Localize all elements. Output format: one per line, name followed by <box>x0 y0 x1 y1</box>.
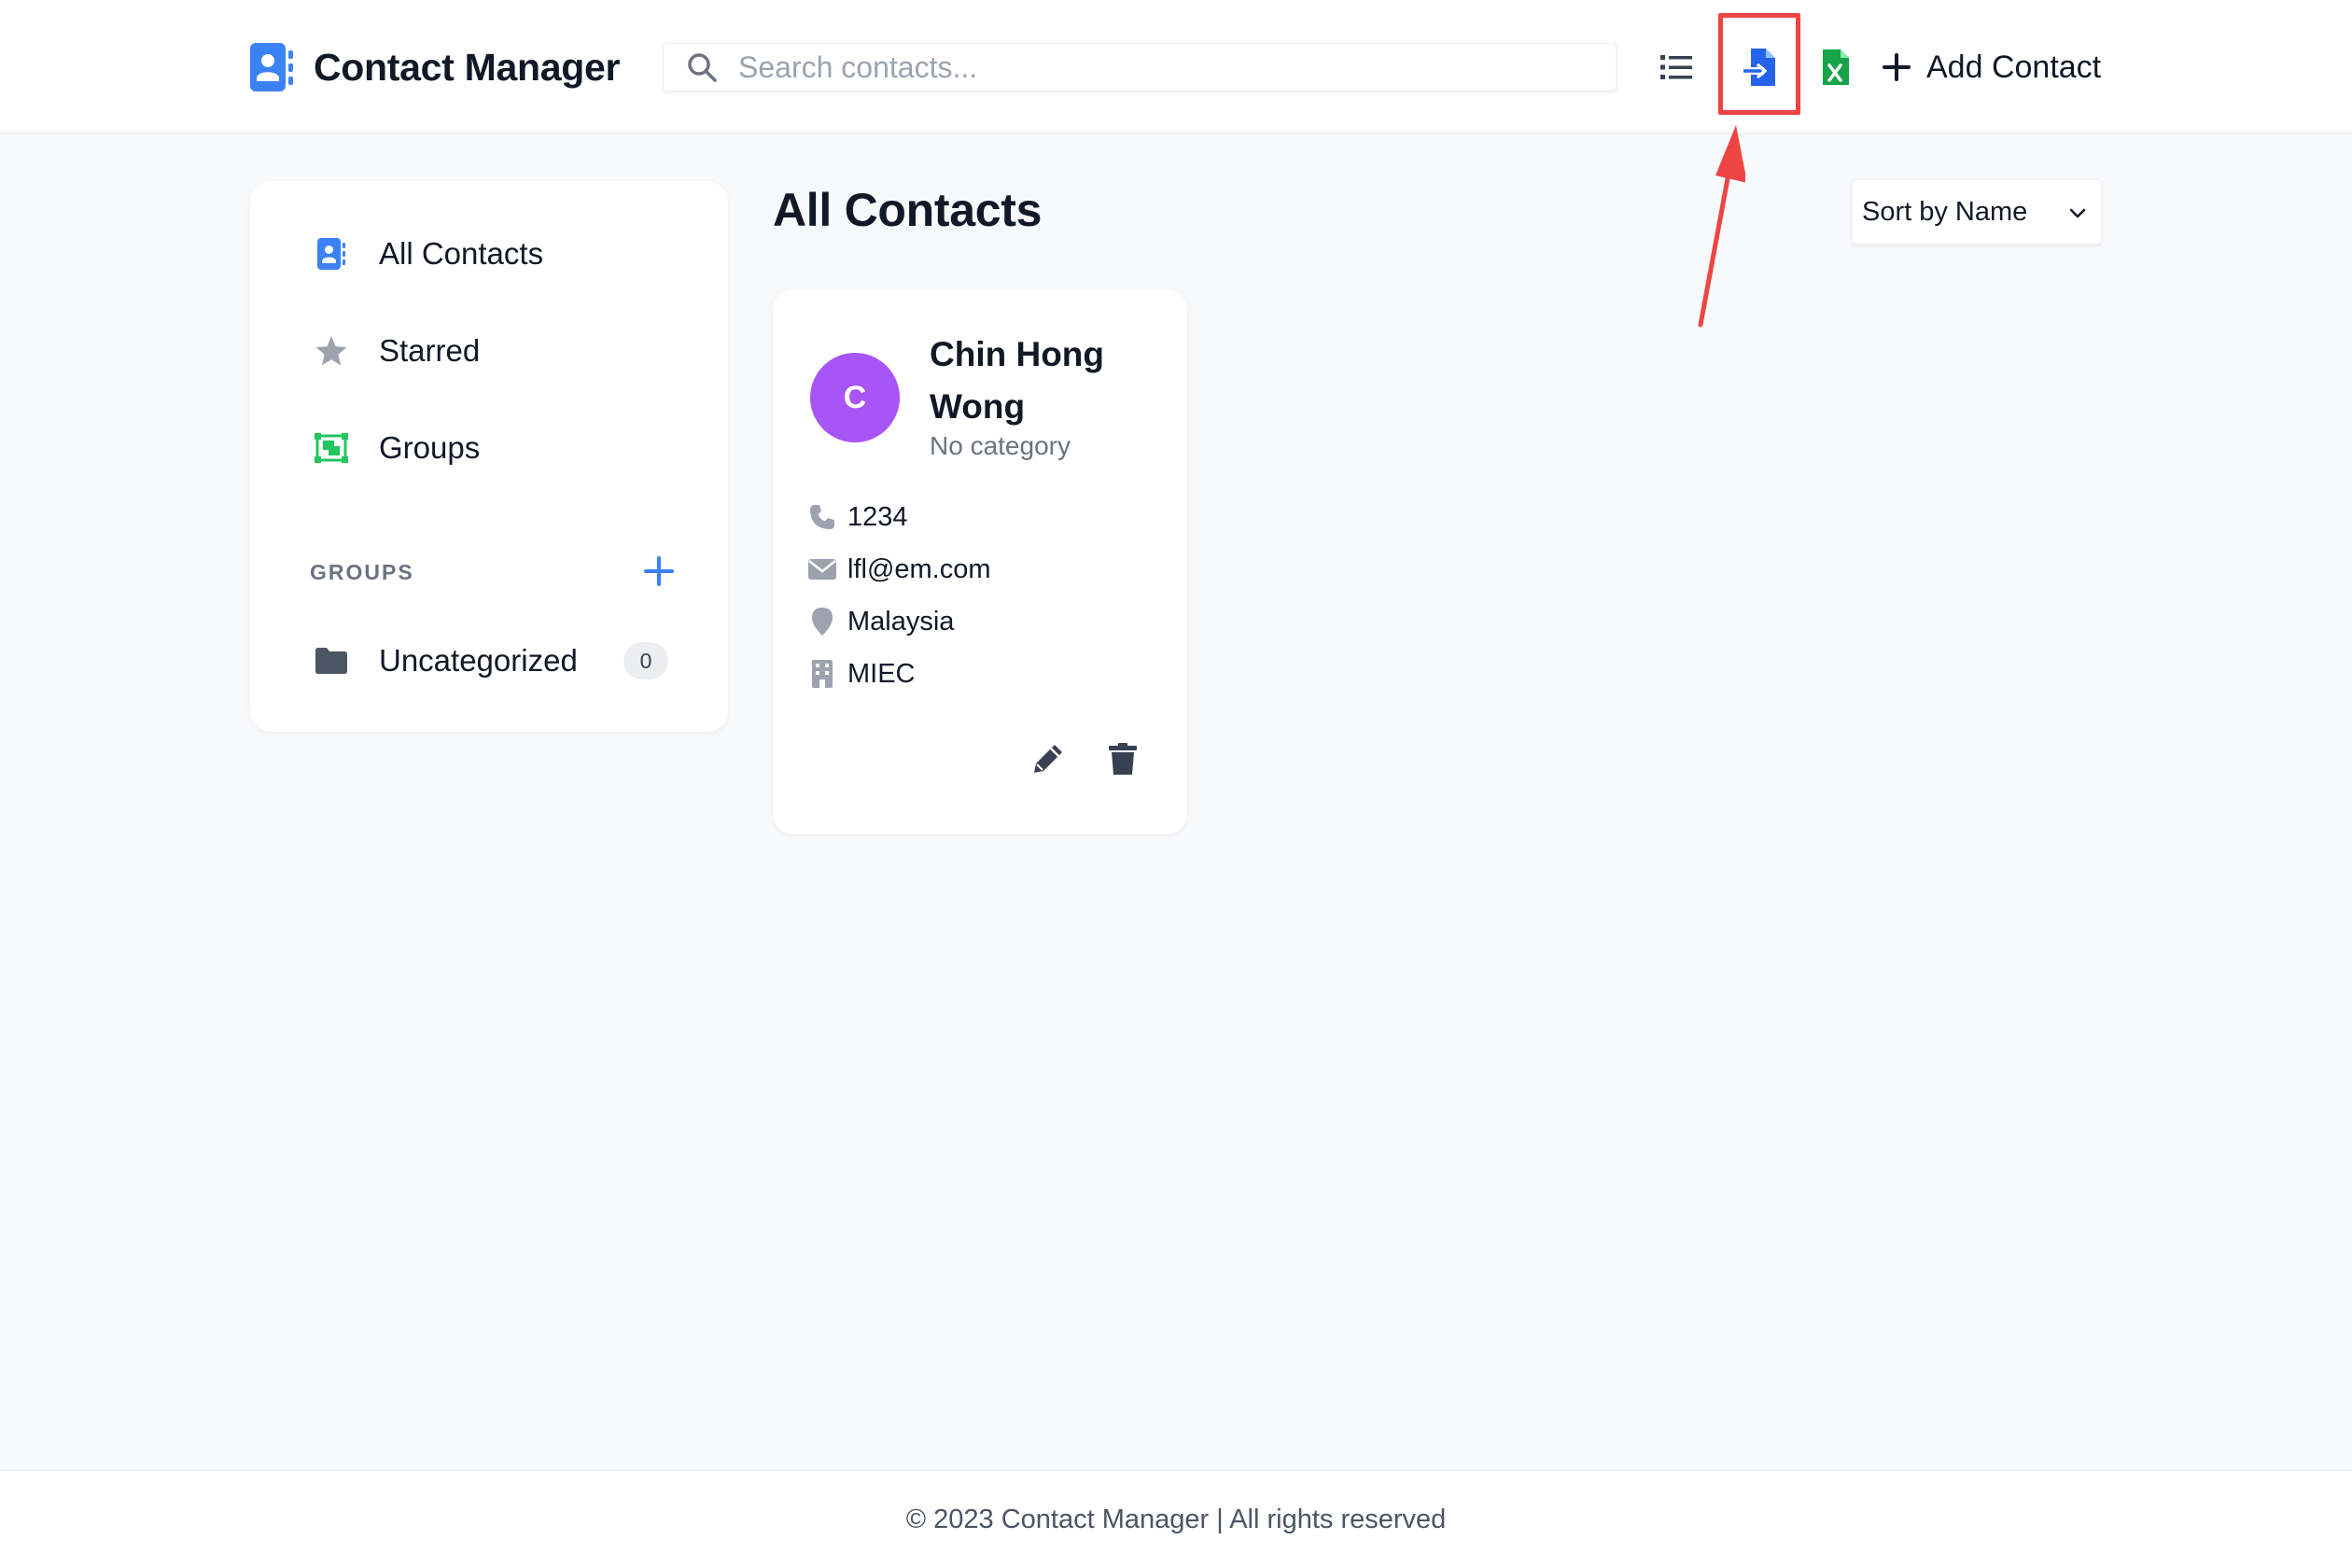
add-contact-button[interactable]: Add Contact <box>1882 41 2101 93</box>
contact-book-icon <box>250 43 293 91</box>
contact-category: No category <box>930 431 1071 460</box>
footer-text: © 2023 Contact Manager | All rights rese… <box>905 1504 1447 1534</box>
sidebar-item-starred[interactable]: Starred <box>314 325 480 377</box>
sidebar: All Contacts Starred Groups GROUPS Uncat… <box>250 181 728 732</box>
sidebar-item-groups[interactable]: Groups <box>314 422 480 474</box>
group-item-uncategorized[interactable]: Uncategorized 0 <box>314 635 668 687</box>
file-excel-icon <box>1823 49 1849 85</box>
contact-email: lfl@em.com <box>808 551 991 588</box>
sidebar-item-label: Starred <box>379 333 481 368</box>
groups-heading: GROUPS <box>310 560 414 584</box>
contact-location-value: Malaysia <box>847 606 955 637</box>
avatar: C <box>810 353 900 442</box>
add-group-button[interactable] <box>640 553 678 590</box>
map-pin-icon <box>808 608 836 636</box>
group-count-badge: 0 <box>623 642 668 679</box>
brand: Contact Manager <box>250 43 620 91</box>
phone-icon <box>808 503 836 531</box>
contact-card[interactable]: C Chin Hong Wong No category 1234 lfl@em… <box>773 289 1187 834</box>
building-icon <box>808 660 836 688</box>
annotation-arrow <box>1698 125 1745 328</box>
sort-selected-value: Sort by Name <box>1862 196 2028 227</box>
search-bar[interactable] <box>663 43 1617 91</box>
contact-phone: 1234 <box>808 498 908 536</box>
group-label: Uncategorized <box>379 643 578 678</box>
star-icon <box>314 333 349 369</box>
plus-icon <box>1883 53 1911 81</box>
contact-phone-value: 1234 <box>847 501 908 532</box>
search-icon <box>688 53 717 82</box>
pencil-icon <box>1034 745 1062 773</box>
search-input[interactable] <box>738 49 1578 85</box>
sort-select[interactable]: Sort by Name <box>1852 179 2102 245</box>
add-contact-label: Add Contact <box>1926 49 2102 85</box>
contact-location: Malaysia <box>808 603 954 640</box>
top-header: Contact Manager Search contacts... Add C… <box>0 0 2352 134</box>
sidebar-item-all-contacts[interactable]: All Contacts <box>314 228 543 280</box>
edit-contact-button[interactable] <box>1027 737 1070 780</box>
contact-company-value: MIEC <box>847 658 916 689</box>
list-icon <box>1660 55 1692 79</box>
sidebar-item-label: All Contacts <box>379 236 544 271</box>
page-title: All Contacts <box>773 184 1043 236</box>
contact-company: MIEC <box>808 655 916 693</box>
list-view-button[interactable] <box>1652 43 1701 91</box>
folder-icon <box>314 643 349 679</box>
contact-name: Chin Hong Wong <box>930 335 1105 426</box>
delete-contact-button[interactable] <box>1101 737 1144 780</box>
envelope-icon <box>808 555 836 583</box>
object-group-icon <box>314 430 349 466</box>
app-title: Contact Manager <box>314 45 621 89</box>
trash-icon <box>1109 743 1137 775</box>
chevron-down-icon <box>2069 208 2086 218</box>
contact-email-value: lfl@em.com <box>847 553 991 584</box>
import-highlight-box <box>1718 13 1800 115</box>
sidebar-item-label: Groups <box>379 430 481 465</box>
footer: © 2023 Contact Manager | All rights rese… <box>0 1469 2352 1568</box>
export-excel-button[interactable] <box>1812 43 1860 91</box>
contact-book-icon <box>314 236 349 272</box>
